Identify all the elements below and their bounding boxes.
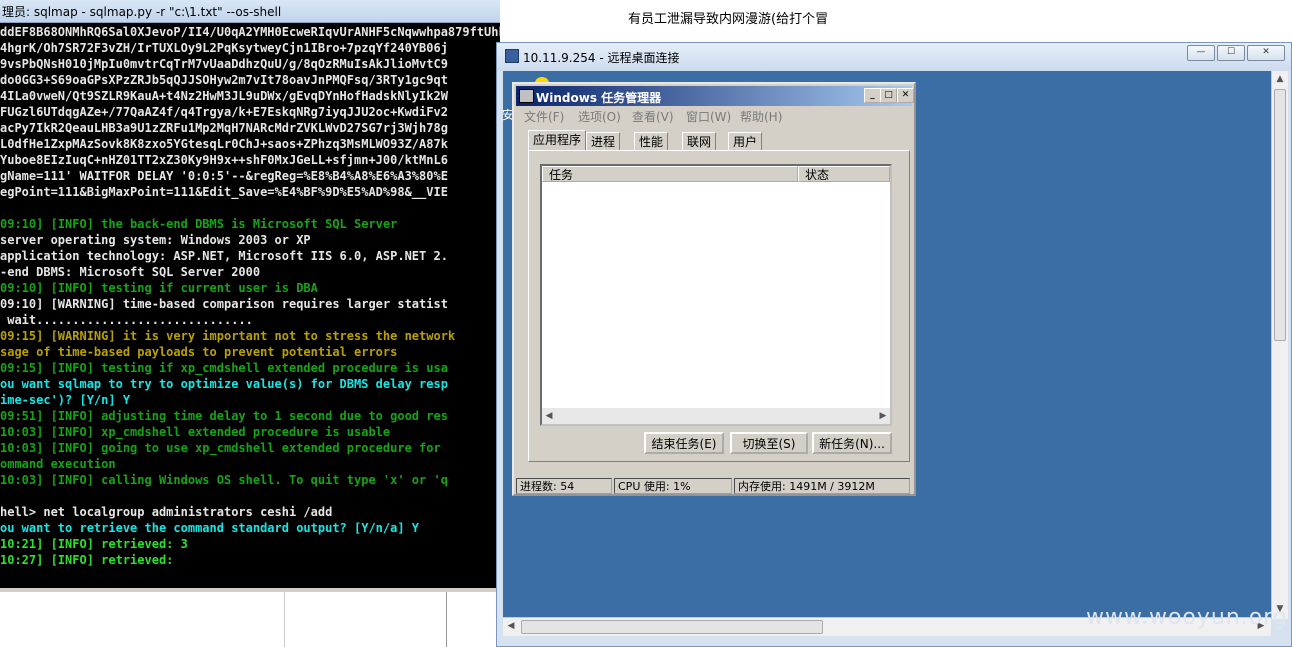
scroll-right-icon[interactable]: ▶ (876, 408, 890, 424)
rdp-titlebar[interactable]: 10.11.9.254 - 远程桌面连接 — ☐ ✕ (497, 43, 1291, 71)
tab-users[interactable]: 用户 (728, 132, 763, 151)
task-manager-window[interactable]: Windows 任务管理器 _ □ ✕ 文件(F) 选项(O) 查看(V) 窗口… (512, 82, 916, 496)
cmd-line: 10:27] [INFO] retrieved: (0, 553, 174, 567)
menu-help[interactable]: 帮助(H) (740, 108, 782, 125)
cmd-line: egPoint=111&BigMaxPoint=111&Edit_Save=%E… (0, 185, 448, 199)
watermark: www.wooyun.org (1086, 605, 1288, 630)
background-page-title: 有员工泄漏导致内网漫游(给打个冒 (628, 12, 829, 27)
rdp-vertical-scrollbar[interactable]: ▲ ▼ (1271, 71, 1288, 619)
cmd-line: FUGzl6UTdqgAZe+/77QaAZ4f/q4Trgya/k+E7Esk… (0, 105, 448, 119)
task-list-scrollbar[interactable]: ◀ ▶ (542, 408, 890, 424)
close-icon[interactable]: ✕ (1247, 45, 1285, 61)
column-header-task[interactable]: 任务 (542, 166, 798, 182)
cmd-titlebar[interactable]: 理员: sqlmap - sqlmap.py -r "c:\1.txt" --o… (0, 0, 500, 23)
cmd-line: 09:15] [INFO] testing if xp_cmdshell ext… (0, 361, 448, 375)
menu-file[interactable]: 文件(F) (524, 108, 564, 125)
menu-window[interactable]: 窗口(W) (686, 108, 731, 125)
cmd-line: hell> net localgroup administrators cesh… (0, 505, 333, 519)
status-process-count: 进程数: 54 (516, 478, 612, 494)
cmd-line: Yuboe8EIzIuqC+nHZ01TT2xZ30Ky9H9x++shF0Mx… (0, 153, 448, 167)
task-manager-title: Windows 任务管理器 (536, 91, 662, 105)
task-manager-icon (519, 89, 534, 103)
cmd-window-title: 理员: sqlmap - sqlmap.py -r "c:\1.txt" --o… (2, 5, 282, 19)
maximize-icon[interactable]: □ (880, 88, 897, 103)
minimize-icon[interactable]: _ (864, 88, 881, 103)
cmd-line: acPy7IkR2QeauLHB3a9U1zZRFu1Mp2MqH7NARcMd… (0, 121, 448, 135)
status-memory-usage: 内存使用: 1491M / 3912M (734, 478, 910, 494)
cmd-line: 10:03] [INFO] calling Windows OS shell. … (0, 473, 448, 487)
cmd-line: ime-sec')? [Y/n] Y (0, 393, 131, 407)
cmd-line: ddEF8B68ONMhRQ6Sal0XJevoP/II4/U0qA2YMH0E… (0, 25, 500, 39)
status-cpu-usage: CPU 使用: 1% (614, 478, 732, 494)
tab-processes[interactable]: 进程 (586, 132, 621, 151)
scrollbar-thumb[interactable] (521, 620, 823, 634)
background-divider (284, 592, 285, 647)
close-icon[interactable]: ✕ (897, 88, 914, 103)
new-task-button[interactable]: 新任务(N)... (812, 432, 892, 454)
cmd-line: L0dfHe1ZxpMAzSovk8K8zxo5YGtesqLr0ChJ+sao… (0, 137, 448, 151)
cmd-line: 10:21] [INFO] retrieved: 3 (0, 537, 188, 551)
task-manager-statusbar: 进程数: 54 CPU 使用: 1% 内存使用: 1491M / 3912M (516, 476, 912, 494)
cmd-line: 10:03] [INFO] xp_cmdshell extended proce… (0, 425, 391, 439)
cmd-output: ddEF8B68ONMhRQ6Sal0XJevoP/II4/U0qA2YMH0E… (0, 24, 500, 590)
cmd-line: 09:51] [INFO] adjusting time delay to 1 … (0, 409, 448, 423)
task-manager-titlebar[interactable]: Windows 任务管理器 _ □ ✕ (516, 86, 914, 106)
tab-networking[interactable]: 联网 (682, 132, 717, 151)
cmd-line: 9vsPbQNsH010jMpIu0mvtrCqTrM7vUaaDdhzQuU/… (0, 57, 448, 71)
cmd-line: server operating system: Windows 2003 or… (0, 233, 311, 247)
tab-applications[interactable]: 应用程序 (528, 130, 587, 151)
scroll-left-icon[interactable]: ◀ (542, 408, 556, 424)
cmd-line: 09:15] [WARNING] it is very important no… (0, 329, 456, 343)
cmd-line: 10:03] [INFO] going to use xp_cmdshell e… (0, 441, 441, 455)
cmd-line: 09:10] [INFO] testing if current user is… (0, 281, 318, 295)
column-header-status[interactable]: 状态 (798, 166, 890, 182)
cmd-line: 09:10] [WARNING] time-based comparison r… (0, 297, 448, 311)
cmd-line: wait.............................. (0, 313, 253, 327)
maximize-icon[interactable]: ☐ (1217, 45, 1245, 61)
remote-desktop-icon (505, 49, 519, 63)
end-task-button[interactable]: 结束任务(E) (644, 432, 724, 454)
scroll-left-icon[interactable]: ◀ (503, 618, 519, 634)
rdp-window-title: 10.11.9.254 - 远程桌面连接 (523, 51, 680, 65)
cmd-line: ou want sqlmap to try to optimize value(… (0, 377, 448, 391)
background-divider (446, 592, 447, 647)
cmd-line: 4ILa0vweN/Qt9SZLR9KauA+t4Nz2HwM3JL9uDWx/… (0, 89, 448, 103)
cmd-line: do0GG3+S69oaGPsXPzZRJb5qQJJSOHyw2m7vIt78… (0, 73, 448, 87)
scrollbar-thumb[interactable] (1274, 89, 1286, 341)
scroll-up-icon[interactable]: ▲ (1272, 71, 1288, 87)
cmd-horizontal-scrollbar[interactable] (0, 588, 500, 592)
menu-view[interactable]: 查看(V) (632, 108, 674, 125)
cmd-line: gName=111' WAITFOR DELAY '0:0:5'--&regRe… (0, 169, 448, 183)
cmd-line: 09:10] [INFO] the back-end DBMS is Micro… (0, 217, 398, 231)
cmd-line: ommand execution (0, 457, 116, 471)
switch-to-button[interactable]: 切换至(S) (730, 432, 808, 454)
cmd-window[interactable]: 理员: sqlmap - sqlmap.py -r "c:\1.txt" --o… (0, 0, 500, 592)
menu-options[interactable]: 选项(O) (578, 108, 621, 125)
cmd-line: 4hgrK/Oh7SR72F3vZH/IrTUXLOy9L2PqKsytweyC… (0, 41, 448, 55)
minimize-icon[interactable]: — (1187, 45, 1215, 61)
cmd-line: sage of time-based payloads to prevent p… (0, 345, 398, 359)
task-manager-menubar: 文件(F) 选项(O) 查看(V) 窗口(W) 帮助(H) (516, 106, 912, 124)
tab-performance[interactable]: 性能 (634, 132, 669, 151)
task-list[interactable]: 任务 状态 ◀ ▶ (540, 164, 892, 426)
cmd-line: ou want to retrieve the command standard… (0, 521, 420, 535)
cmd-line: application technology: ASP.NET, Microso… (0, 249, 448, 263)
cmd-line: -end DBMS: Microsoft SQL Server 2000 (0, 265, 261, 279)
